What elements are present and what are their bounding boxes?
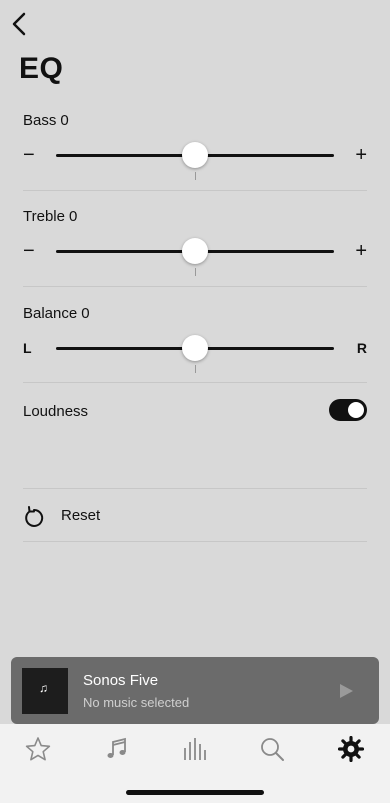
music-note-icon: ♫	[39, 681, 48, 695]
now-playing-subtitle: No music selected	[83, 695, 190, 710]
now-playing-title: Sonos Five	[83, 672, 159, 689]
balance-value: 0	[81, 305, 90, 322]
treble-increase-button[interactable]: +	[355, 236, 367, 266]
treble-label: Treble 0	[23, 208, 367, 225]
divider	[23, 488, 367, 489]
treble-value: 0	[68, 208, 78, 225]
play-icon[interactable]	[340, 684, 353, 698]
page-title: EQ	[19, 52, 64, 85]
divider	[23, 541, 367, 542]
balance-slider[interactable]: L R	[23, 333, 367, 373]
divider	[23, 286, 367, 287]
bass-decrease-button[interactable]: −	[23, 140, 35, 170]
bass-center-tick	[195, 172, 196, 180]
reset-icon	[25, 506, 44, 527]
treble-slider[interactable]: − +	[23, 236, 367, 276]
search-icon[interactable]	[259, 736, 285, 762]
loudness-toggle-knob	[348, 402, 364, 418]
treble-label-text: Treble	[23, 208, 65, 225]
reset-button[interactable]: Reset	[23, 504, 367, 528]
now-playing-bar[interactable]: ♫ Sonos Five No music selected	[11, 657, 379, 724]
bass-slider-thumb[interactable]	[182, 142, 208, 168]
loudness-toggle[interactable]	[329, 399, 367, 421]
bass-section: Bass 0 − +	[23, 112, 367, 182]
bass-label: Bass 0	[23, 112, 367, 129]
bass-slider[interactable]: − +	[23, 140, 367, 180]
balance-slider-thumb[interactable]	[182, 335, 208, 361]
back-chevron-icon[interactable]	[10, 12, 28, 36]
treble-decrease-button[interactable]: −	[23, 236, 35, 266]
loudness-label: Loudness	[23, 403, 89, 420]
treble-center-tick	[195, 268, 196, 276]
rooms-icon[interactable]	[182, 736, 208, 762]
balance-center-tick	[195, 365, 196, 373]
balance-right-label: R	[356, 340, 367, 356]
bass-value: 0	[60, 112, 69, 129]
balance-section: Balance 0 L R	[23, 305, 367, 375]
divider	[23, 382, 367, 383]
music-icon[interactable]	[104, 736, 130, 762]
divider	[23, 190, 367, 191]
balance-left-label: L	[23, 340, 32, 356]
settings-icon[interactable]	[338, 736, 364, 762]
balance-label: Balance 0	[23, 305, 367, 322]
loudness-row: Loudness	[23, 399, 367, 427]
treble-section: Treble 0 − +	[23, 208, 367, 278]
bass-label-text: Bass	[23, 112, 57, 129]
balance-label-text: Balance	[23, 305, 78, 322]
favorites-icon[interactable]	[25, 736, 51, 762]
reset-label: Reset	[61, 507, 101, 524]
album-art: ♫	[22, 668, 68, 714]
bass-increase-button[interactable]: +	[355, 140, 367, 170]
treble-slider-thumb[interactable]	[182, 238, 208, 264]
home-indicator	[126, 790, 264, 795]
